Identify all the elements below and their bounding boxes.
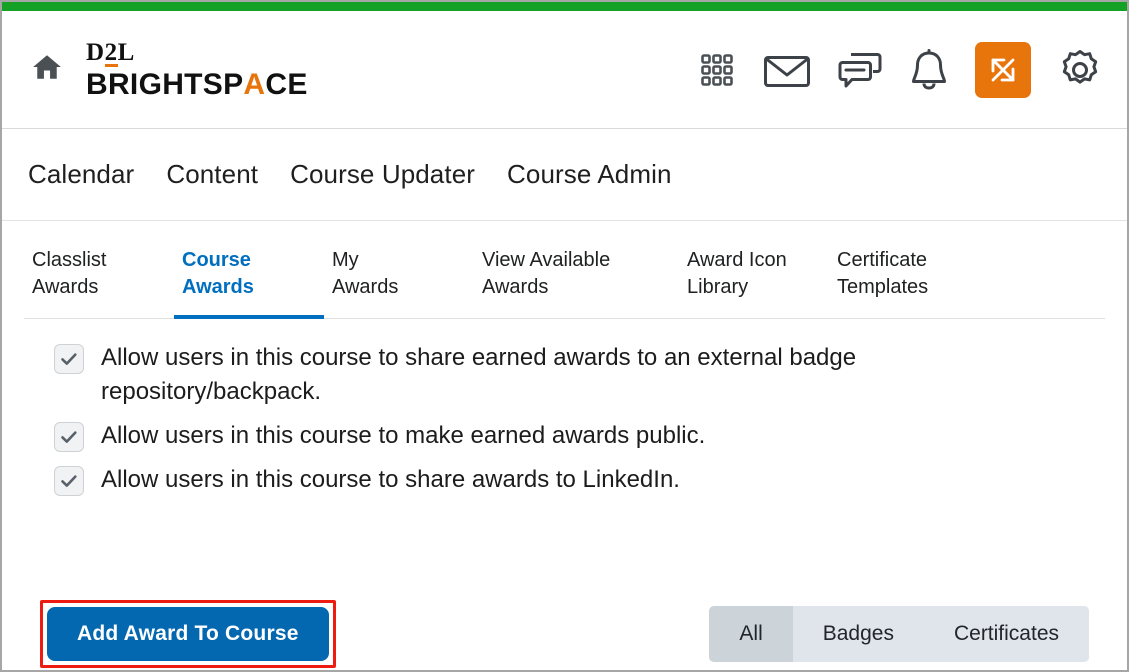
setting-label-linkedin: Allow users in this course to share awar… [101,466,680,494]
gear-icon[interactable] [1057,47,1103,93]
header-icon-group [697,41,1109,98]
course-navbar: Calendar Content Course Updater Course A… [2,129,1127,221]
brand-bs-pre: BRIGHTSP [86,67,244,101]
switch-arrows-icon[interactable] [975,41,1031,98]
envelope-icon[interactable] [763,51,811,89]
tab-my-awards[interactable]: My Awards [324,239,474,319]
setting-row-make-public: Allow users in this course to make earne… [54,419,1127,453]
course-nav-item-course-admin[interactable]: Course Admin [507,159,672,190]
bell-icon[interactable] [909,48,949,92]
top-accent-bar [2,2,1127,11]
global-header: D2L BRIGHTSP A CE [2,11,1127,129]
awards-tabstrip: Classlist Awards Course Awards My Awards… [24,239,1105,319]
setting-row-external-backpack: Allow users in this course to share earn… [54,341,1127,409]
course-nav-item-calendar[interactable]: Calendar [28,159,134,190]
filter-certificates[interactable]: Certificates [923,606,1089,662]
awards-action-row: Add Award To Course All Badges Certifica… [2,598,1127,670]
add-award-to-course-button[interactable]: Add Award To Course [47,607,329,661]
home-button[interactable] [18,51,76,88]
course-nav-item-content[interactable]: Content [166,159,258,190]
brand-bs-accent: A [243,67,266,101]
checkbox-make-awards-public[interactable] [54,422,84,453]
brand-bs-post: CE [265,67,308,101]
setting-label-external-backpack: Allow users in this course to share earn… [101,344,857,406]
brand-logo: D2L BRIGHTSP A CE [86,40,308,100]
brand-d2l-2: 2 [104,38,118,67]
award-type-filter: All Badges Certificates [709,606,1089,662]
tab-view-available-awards[interactable]: View Available Awards [474,239,679,319]
brand-d2l-text: D2L [86,38,308,67]
home-icon [30,51,64,88]
setting-label-make-public: Allow users in this course to make earne… [101,422,706,450]
setting-row-linkedin: Allow users in this course to share awar… [54,463,1127,497]
checkbox-share-to-linkedin[interactable] [54,466,84,497]
chat-icon[interactable] [837,49,883,91]
filter-all[interactable]: All [709,606,793,662]
brand-d2l-d: D [86,38,105,66]
add-award-highlight-box: Add Award To Course [40,600,336,668]
brand-d2l-l: L [117,38,135,66]
awards-tabstrip-region: Classlist Awards Course Awards My Awards… [2,221,1127,319]
app-window: D2L BRIGHTSP A CE Calendar Content Cours… [0,0,1129,672]
brand-brightspace-text: BRIGHTSP A CE [86,67,308,101]
filter-badges[interactable]: Badges [792,606,924,662]
tab-award-icon-library[interactable]: Award Icon Library [679,239,829,319]
checkbox-share-external-badge-repository[interactable] [54,344,84,374]
tab-classlist-awards[interactable]: Classlist Awards [24,239,174,319]
course-nav-item-course-updater[interactable]: Course Updater [290,159,475,190]
award-sharing-settings: Allow users in this course to share earn… [2,319,1127,497]
tab-certificate-templates[interactable]: Certificate Templates [829,239,979,319]
tab-course-awards[interactable]: Course Awards [174,239,324,319]
waffle-menu-icon[interactable] [697,50,737,90]
